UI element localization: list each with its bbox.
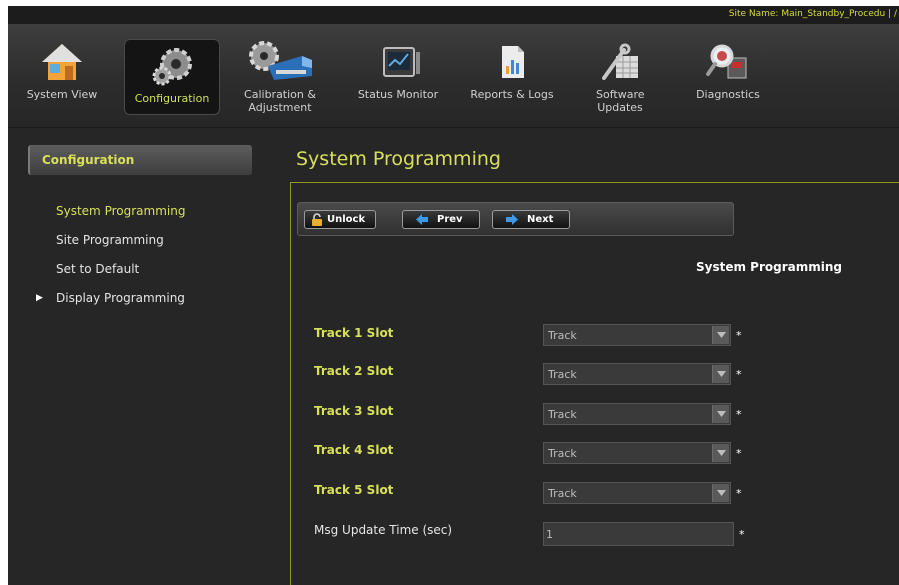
unlock-label: Unlock	[327, 214, 366, 225]
select-value: Track	[548, 408, 577, 421]
monitor-icon	[372, 40, 424, 84]
menu-item-system-programming[interactable]: System Programming	[28, 201, 258, 230]
report-icon	[486, 40, 538, 84]
required-marker: *	[736, 329, 742, 342]
nav-label: Software Updates	[596, 88, 645, 114]
nav-label: System View	[26, 88, 98, 101]
app-window: Site Name: Main_Standby_Procedu | / Syst…	[8, 6, 899, 585]
chevron-down-icon	[712, 444, 729, 462]
track-2-slot-label: Track 2 Slot	[314, 364, 394, 378]
required-marker: *	[736, 447, 742, 460]
chevron-down-icon	[712, 326, 729, 344]
arrow-right-icon	[505, 213, 519, 226]
menu-item-label: Site Programming	[56, 233, 164, 247]
gears-icon	[146, 44, 198, 88]
nav-label: Status Monitor	[357, 88, 439, 101]
prev-button[interactable]: Prev	[402, 210, 480, 229]
nav-status-monitor[interactable]: Status Monitor	[350, 36, 446, 112]
left-panel-title: Configuration	[42, 153, 135, 167]
nav-diagnostics[interactable]: Diagnostics	[680, 36, 776, 112]
nav-label: Reports & Logs	[470, 88, 554, 101]
nav-label: Diagnostics	[696, 88, 760, 101]
menu-item-label: System Programming	[56, 204, 186, 218]
required-marker: *	[736, 408, 742, 421]
prev-label: Prev	[437, 214, 463, 225]
menu-item-display-programming[interactable]: ▶ Display Programming	[28, 288, 258, 317]
msg-update-time-label: Msg Update Time (sec)	[314, 523, 453, 537]
track-1-slot-label: Track 1 Slot	[314, 326, 394, 340]
nav-label: Configuration	[134, 92, 210, 105]
select-value: Track	[548, 329, 577, 342]
track-1-slot-select[interactable]: Track	[543, 324, 731, 346]
required-marker: *	[736, 487, 742, 500]
chevron-down-icon	[712, 365, 729, 383]
msg-update-time-input[interactable]	[543, 522, 734, 546]
next-label: Next	[527, 214, 554, 225]
select-value: Track	[548, 368, 577, 381]
nav-calibration[interactable]: Calibration & Adjustment	[232, 36, 328, 114]
magnifier-icon	[702, 40, 754, 84]
software-icon	[594, 40, 646, 84]
track-3-slot-label: Track 3 Slot	[314, 404, 394, 418]
page-title: System Programming	[296, 148, 501, 170]
nav-system-view[interactable]: System View	[14, 36, 110, 112]
required-marker: *	[739, 528, 745, 541]
select-value: Track	[548, 487, 577, 500]
track-4-slot-select[interactable]: Track	[543, 442, 731, 464]
main-nav: System View Configuration Calibration & …	[8, 24, 899, 128]
arrow-left-icon	[415, 213, 429, 226]
menu-item-set-to-default[interactable]: Set to Default	[28, 259, 258, 288]
nav-label: Calibration & Adjustment	[244, 88, 316, 114]
track-5-slot-select[interactable]: Track	[543, 482, 731, 504]
next-button[interactable]: Next	[492, 210, 570, 229]
track-5-slot-label: Track 5 Slot	[314, 483, 394, 497]
select-value: Track	[548, 447, 577, 460]
menu-item-label: Set to Default	[56, 262, 140, 276]
menu-item-label: Display Programming	[56, 291, 185, 305]
train-gear-icon	[240, 40, 320, 84]
expand-arrow-icon: ▶	[36, 293, 43, 303]
nav-reports-logs[interactable]: Reports & Logs	[464, 36, 560, 112]
home-icon	[36, 40, 88, 84]
track-2-slot-select[interactable]: Track	[543, 363, 731, 385]
chevron-down-icon	[712, 484, 729, 502]
left-menu: System Programming Site Programming Set …	[28, 201, 258, 317]
section-title: System Programming	[696, 260, 842, 274]
toolbar: Unlock Prev Next	[297, 202, 734, 236]
left-panel-header: Configuration	[28, 145, 252, 175]
track-3-slot-select[interactable]: Track	[543, 403, 731, 425]
site-bar: Site Name: Main_Standby_Procedu | /	[8, 6, 899, 24]
track-4-slot-label: Track 4 Slot	[314, 443, 394, 457]
menu-item-site-programming[interactable]: Site Programming	[28, 230, 258, 259]
unlock-button[interactable]: Unlock	[304, 210, 376, 229]
chevron-down-icon	[712, 405, 729, 423]
lock-icon	[310, 213, 324, 226]
required-marker: *	[736, 368, 742, 381]
nav-software-updates[interactable]: Software Updates	[572, 36, 668, 114]
site-name: Site Name: Main_Standby_Procedu | /	[728, 9, 897, 19]
nav-configuration[interactable]: Configuration	[124, 39, 220, 115]
